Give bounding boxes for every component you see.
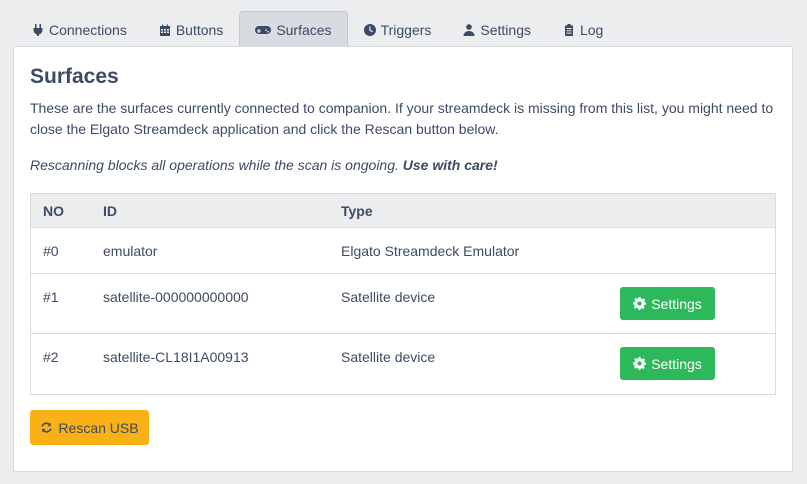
rescan-warning-emphasis: Use with care!	[402, 157, 498, 173]
cell-no: #0	[43, 242, 59, 259]
tab-connections-label: Connections	[49, 22, 127, 38]
cell-type: Elgato Streamdeck Emulator	[341, 242, 520, 259]
tab-triggers-label: Triggers	[380, 22, 432, 38]
rescan-usb-button[interactable]: Rescan USB	[30, 410, 149, 445]
tab-log-label: Log	[579, 22, 604, 38]
cell-id: satellite-CL18I1A00913	[103, 349, 249, 365]
gamepad-icon	[255, 26, 272, 34]
cell-no: #2	[43, 349, 59, 365]
tab-settings-label: Settings	[480, 22, 531, 38]
table-row: #2 satellite-CL18I1A00913 Satellite devi…	[31, 334, 775, 394]
header-no: NO	[43, 202, 64, 219]
surfaces-table: NO ID Type #0 emulator Elgato Streamdeck…	[30, 193, 776, 395]
surface-settings-label: Settings	[651, 295, 702, 312]
rescan-warning-text: Rescanning blocks all operations while t…	[30, 157, 399, 173]
cell-type: Satellite device	[341, 349, 436, 365]
tab-surfaces-label: Surfaces	[276, 22, 332, 38]
header-type: Type	[341, 202, 373, 219]
table-row: #0 emulator Elgato Streamdeck Emulator	[31, 228, 775, 274]
tab-buttons[interactable]: Buttons	[143, 11, 239, 48]
gear-icon	[633, 357, 647, 370]
cell-actions: Settings	[608, 334, 775, 394]
gear-icon	[633, 297, 647, 310]
tab-triggers[interactable]: Triggers	[348, 11, 448, 48]
cell-actions: Settings	[608, 274, 775, 333]
surface-settings-label: Settings	[651, 355, 702, 372]
tab-settings[interactable]: Settings	[447, 11, 547, 48]
cell-type: Satellite device	[341, 289, 436, 305]
cell-id: emulator	[103, 242, 158, 259]
tab-surfaces[interactable]: Surfaces	[239, 11, 348, 48]
rescan-usb-label: Rescan USB	[58, 419, 139, 436]
user-cog-icon	[463, 24, 475, 36]
surface-settings-button[interactable]: Settings	[620, 347, 715, 380]
page-description: These are the surfaces currently connect…	[30, 100, 774, 137]
table-row: #1 satellite-000000000000 Satellite devi…	[31, 274, 775, 334]
surface-settings-button[interactable]: Settings	[620, 287, 715, 320]
calendar-grid-icon	[159, 24, 170, 36]
page-title: Surfaces	[30, 65, 119, 88]
header-id: ID	[103, 202, 117, 219]
cell-id: satellite-000000000000	[103, 289, 249, 305]
surfaces-panel: Surfaces These are the surfaces currentl…	[13, 46, 793, 472]
cell-no: #1	[43, 289, 59, 305]
tab-buttons-label: Buttons	[175, 22, 224, 38]
refresh-icon	[41, 422, 53, 433]
table-header: NO ID Type	[31, 194, 775, 228]
nav-tabs: Connections Buttons Surfaces Triggers Se…	[16, 11, 793, 48]
rescan-warning: Rescanning blocks all operations while t…	[30, 157, 498, 173]
plug-icon	[33, 24, 43, 36]
clock-icon	[363, 24, 376, 36]
tab-connections[interactable]: Connections	[16, 11, 143, 48]
tab-log[interactable]: Log	[547, 11, 619, 48]
clipboard-icon	[564, 24, 573, 36]
